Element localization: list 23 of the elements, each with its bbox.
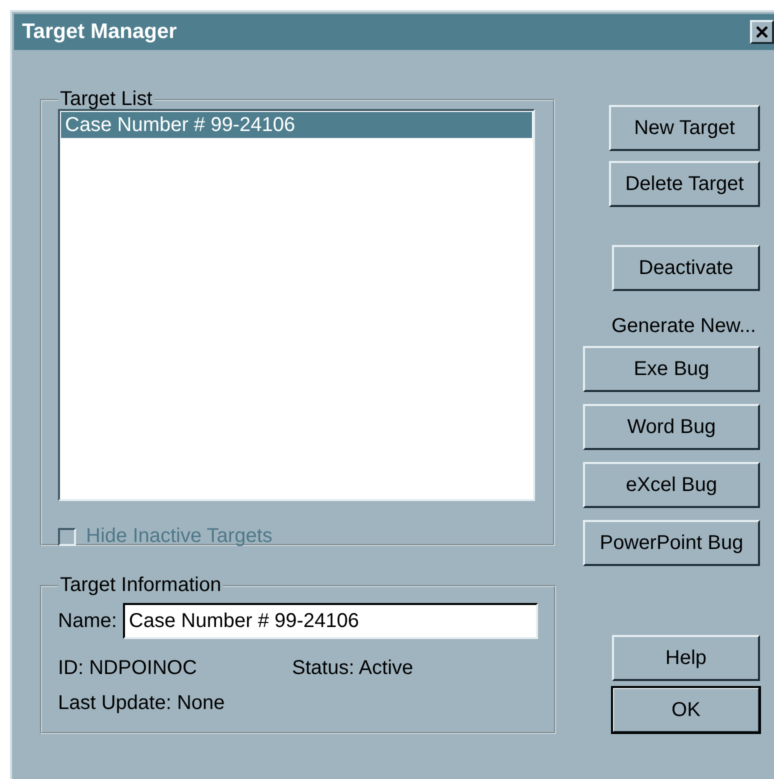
field-label: Name:	[58, 610, 117, 632]
close-icon	[755, 25, 769, 39]
last-update-text: Last Update: None	[58, 692, 225, 715]
target-listbox[interactable]: Case Number # 99-24106	[58, 109, 535, 501]
generate-button[interactable]: eXcel Bug	[583, 462, 760, 508]
generate-button[interactable]: Word Bug	[583, 404, 760, 450]
target-button[interactable]: Delete Target	[609, 161, 760, 207]
checkbox-label: Hide Inactive Targets	[86, 525, 272, 548]
group-title: Target Information	[59, 574, 222, 597]
group-title: Target List	[59, 88, 154, 111]
target-button[interactable]: New Target	[609, 105, 760, 151]
generate-caption: Generate New...	[611, 315, 756, 338]
deactivate-button[interactable]: Deactivate	[612, 245, 760, 291]
name-field[interactable]: Case Number # 99-24106	[122, 603, 538, 639]
generate-button[interactable]: PowerPoint Bug	[583, 520, 760, 566]
list-item[interactable]: Case Number # 99-24106	[61, 112, 532, 138]
generate-button[interactable]: Exe Bug	[583, 346, 760, 392]
dialog-button[interactable]: OK	[612, 687, 760, 733]
id-text: ID: NDPOINOC	[58, 657, 198, 680]
status-text: Status: Active	[292, 657, 414, 680]
dialog-button[interactable]: Help	[612, 635, 760, 681]
window-title: Target Manager	[22, 20, 177, 44]
close-button[interactable]	[750, 20, 774, 44]
